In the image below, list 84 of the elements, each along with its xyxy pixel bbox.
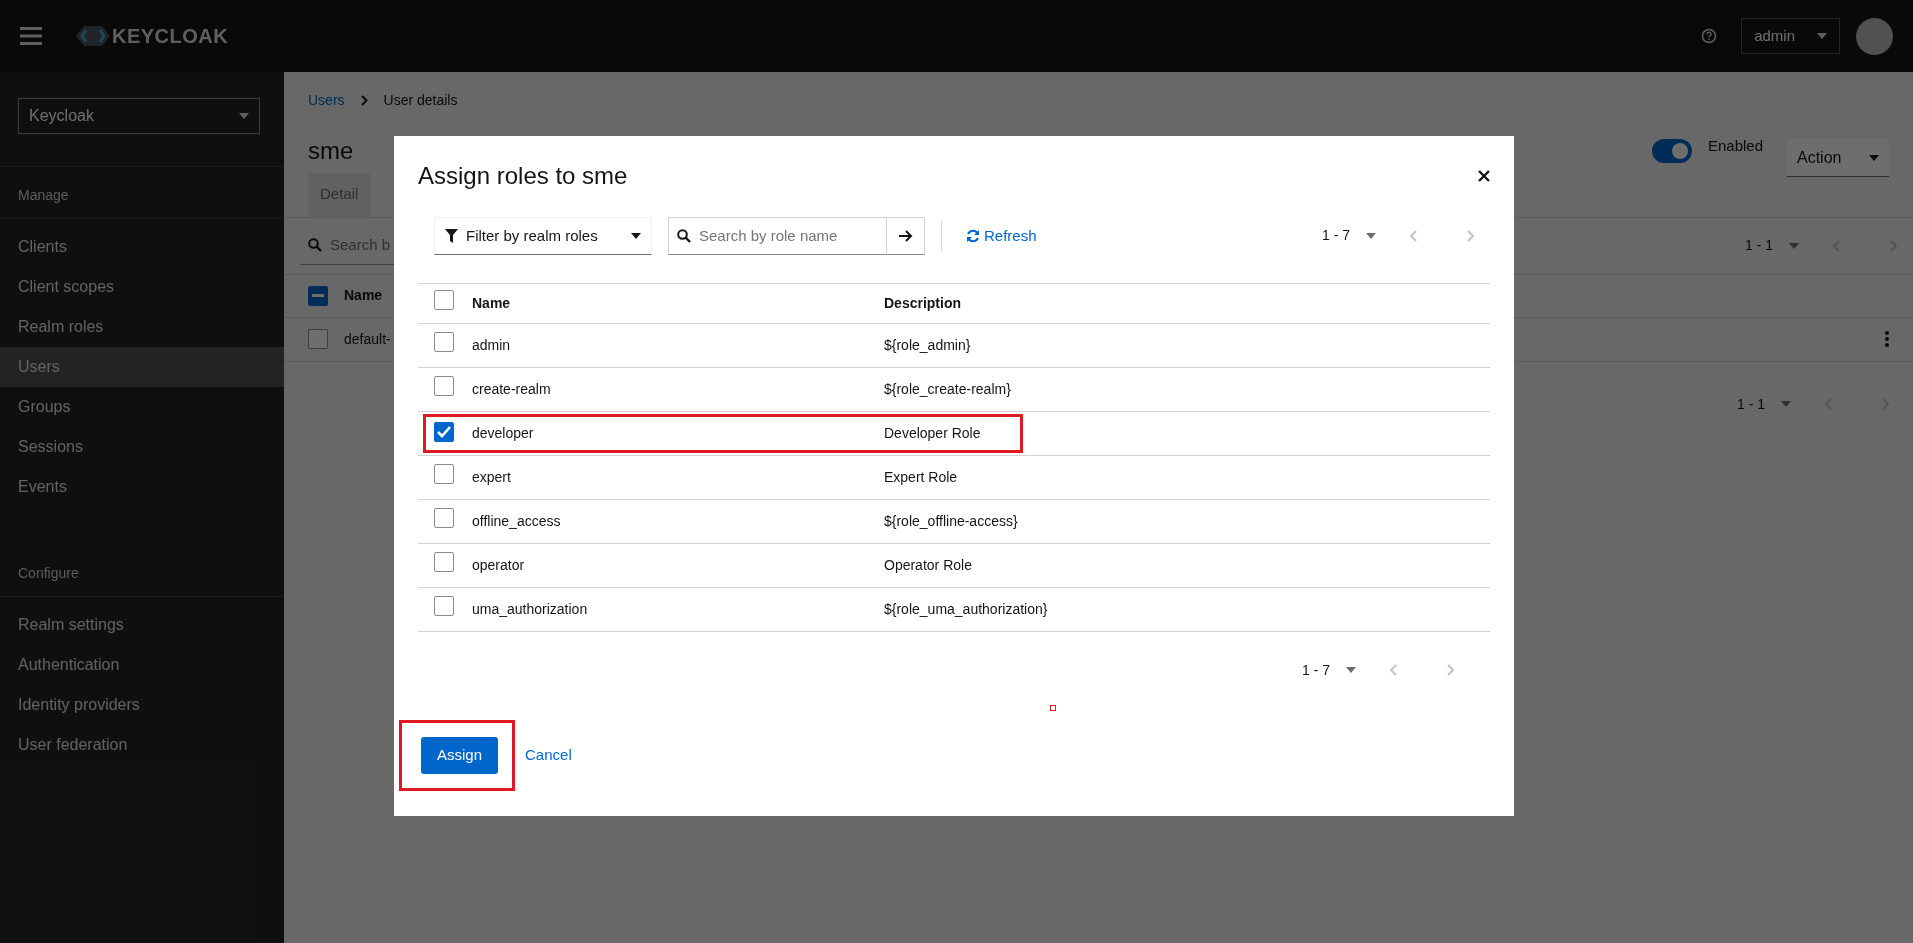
user-menu[interactable]: admin	[1741, 18, 1840, 54]
checkbox[interactable]	[434, 552, 454, 573]
table-cell-text: Operator Role	[884, 555, 973, 575]
chevron-right-icon[interactable]	[1466, 229, 1474, 242]
checkbox[interactable]	[308, 329, 328, 349]
search-button[interactable]	[887, 216, 925, 255]
checkbox[interactable]	[308, 285, 328, 306]
assign-button[interactable]: Assign	[421, 736, 499, 774]
filter-dropdown[interactable]: Filter by realm roles	[434, 216, 652, 255]
pagination-toggle[interactable]: 1 - 7	[1322, 225, 1376, 247]
close-icon[interactable]	[1478, 170, 1490, 183]
avatar	[1856, 17, 1893, 55]
caret-icon	[1346, 667, 1356, 674]
table-cell-text: ${role_create-realm}	[884, 379, 1012, 399]
action-dropdown[interactable]: Action	[1787, 139, 1889, 177]
search-icon	[677, 228, 691, 243]
filter-icon	[445, 228, 458, 243]
pagination-toggle[interactable]: 1 - 7	[1302, 659, 1356, 681]
table-cell-text: ${role_uma_authorization}	[884, 599, 1049, 619]
checkmark-icon	[437, 426, 451, 439]
table-cell-text: operator	[472, 555, 526, 575]
minus-icon	[312, 293, 324, 298]
checkbox[interactable]	[434, 596, 454, 617]
arrow-right-icon	[898, 229, 913, 242]
chevron-left-icon[interactable]	[1390, 664, 1398, 677]
checkbox[interactable]	[434, 376, 454, 397]
table-cell-text: create-realm	[472, 379, 552, 399]
menu-icon[interactable]	[20, 27, 42, 45]
nav-item[interactable]: Realm settings	[0, 605, 284, 645]
caret-icon	[1789, 242, 1799, 249]
pagination-toggle[interactable]: 1 - 1	[1737, 393, 1791, 415]
column-header: Name	[472, 293, 512, 313]
column-header: Description	[884, 293, 962, 313]
table-cell-text: ${role_offline-access}	[884, 511, 1019, 531]
realm-select[interactable]: Keycloak	[18, 98, 260, 134]
nav-item[interactable]: Groups	[0, 387, 284, 427]
table-cell-text: offline_access	[472, 511, 562, 531]
table-cell-text: developer	[472, 423, 535, 443]
chevron-left-icon[interactable]	[1410, 229, 1418, 242]
nav-item[interactable]: Identity providers	[0, 685, 284, 725]
toggle-switch[interactable]	[1651, 139, 1692, 163]
table-cell-text: default-	[344, 329, 391, 349]
caret-icon	[1869, 154, 1879, 161]
caret-icon	[1366, 232, 1376, 239]
table-cell-text: admin	[472, 335, 512, 355]
logo-icon	[76, 24, 110, 48]
table-cell-text: expert	[472, 467, 512, 487]
table-cell-text: Developer Role	[884, 423, 982, 443]
nav-item[interactable]: Events	[0, 467, 284, 507]
kebab-icon[interactable]	[1885, 331, 1889, 347]
checkbox[interactable]	[434, 290, 454, 311]
caret-icon	[239, 113, 249, 119]
checkbox[interactable]	[434, 508, 454, 529]
caret-icon	[1817, 33, 1827, 39]
checkbox[interactable]	[434, 422, 454, 443]
table-cell-text: uma_authorization	[472, 599, 589, 619]
refresh-icon	[966, 228, 980, 243]
dialog-title: Assign roles to sme	[418, 162, 628, 191]
chevron-right-icon[interactable]	[1446, 664, 1454, 677]
help-icon[interactable]	[1701, 28, 1718, 44]
cancel-link[interactable]: Cancel	[525, 744, 572, 767]
page-title: sme	[308, 136, 354, 166]
nav-item[interactable]: Sessions	[0, 427, 284, 467]
pagination-toggle[interactable]: 1 - 1	[1745, 235, 1799, 256]
refresh-button[interactable]: Refresh	[966, 224, 1037, 248]
logo: KEYCLOAK	[76, 21, 229, 51]
column-header: Name	[344, 286, 383, 305]
breadcrumb-link[interactable]: Users	[308, 90, 345, 111]
checkbox[interactable]	[434, 464, 454, 485]
toggle-label: Enabled	[1707, 135, 1763, 156]
table-cell-text: Expert Role	[884, 467, 959, 487]
chevron-right-icon	[360, 95, 368, 106]
nav-item[interactable]: Client scopes	[0, 267, 284, 307]
search-field[interactable]: Search by role name	[668, 216, 887, 255]
breadcrumb-current: User details	[383, 91, 458, 110]
caret-icon	[1781, 401, 1791, 407]
nav-item[interactable]: Realm roles	[0, 307, 284, 347]
nav-item[interactable]: User federation	[0, 725, 284, 765]
table-cell-text: ${role_admin}	[884, 335, 972, 355]
caret-icon	[631, 232, 641, 239]
nav-item[interactable]: Clients	[0, 227, 284, 267]
search-icon	[308, 238, 322, 252]
checkbox[interactable]	[434, 332, 454, 353]
nav-item[interactable]: Authentication	[0, 645, 284, 685]
